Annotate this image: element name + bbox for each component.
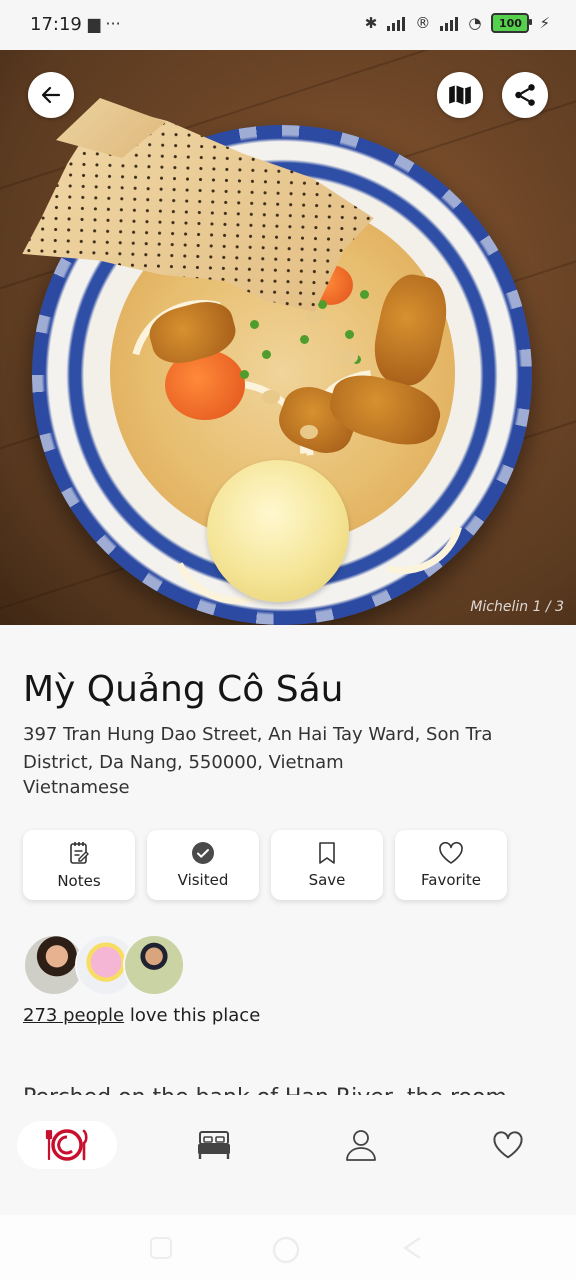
charging-icon: ⚡: [539, 14, 550, 32]
status-notification-icons: ▆ ···: [88, 14, 121, 33]
bluetooth-icon: ✱: [364, 14, 378, 32]
notes-icon: [70, 842, 89, 864]
signal-icon-2: [440, 15, 459, 31]
registered-icon: ®: [415, 14, 431, 32]
bed-icon: [198, 1131, 230, 1159]
status-bar: 17:19 ▆ ··· ✱ ® ◔ 100 ⚡: [0, 0, 576, 50]
people-count-link[interactable]: 273 people: [23, 1005, 124, 1026]
bookmark-icon: [319, 842, 335, 864]
love-text: love this place: [124, 1005, 261, 1026]
notes-button[interactable]: Notes: [23, 830, 135, 900]
signal-icon: [387, 15, 406, 31]
status-time: 17:19: [30, 14, 82, 35]
check-circle-icon: [192, 842, 214, 864]
avatar: [123, 934, 185, 996]
status-right-icons: ✱ ® ◔ 100 ⚡: [365, 13, 550, 33]
wifi-icon: ◔: [468, 14, 482, 32]
nav-dining[interactable]: [17, 1121, 117, 1169]
back-button[interactable]: [28, 72, 74, 118]
arrow-left-icon: [41, 86, 61, 104]
hero-image[interactable]: Michelin 1 / 3: [0, 50, 576, 625]
visited-label: Visited: [177, 871, 229, 889]
map-icon: [449, 85, 471, 105]
egg-illustration: [207, 460, 349, 602]
battery-level: 100: [498, 16, 522, 30]
favorite-label: Favorite: [421, 871, 481, 889]
system-navigation-bar: [0, 1215, 576, 1280]
battery-icon: 100: [491, 13, 533, 33]
person-icon: [346, 1130, 376, 1161]
nav-profile[interactable]: [311, 1121, 411, 1169]
restaurant-name: Mỳ Quảng Cô Sáu: [23, 669, 344, 710]
share-icon: [515, 84, 535, 106]
heart-icon: [493, 1131, 523, 1159]
heart-icon: [439, 841, 463, 864]
fans-avatars[interactable]: [23, 934, 185, 996]
restaurant-address[interactable]: 397 Tran Hung Dao Street, An Hai Tay War…: [23, 721, 543, 777]
nav-hotels[interactable]: [164, 1121, 264, 1169]
notes-label: Notes: [57, 872, 101, 890]
save-button[interactable]: Save: [271, 830, 383, 900]
bottom-navigation: [0, 1095, 576, 1215]
home-button[interactable]: [271, 1235, 301, 1265]
restaurant-cuisine: Vietnamese: [23, 777, 130, 798]
recents-button[interactable]: [148, 1235, 174, 1261]
action-buttons: Notes Visited Save Favorite: [23, 830, 507, 900]
nav-favorites[interactable]: [458, 1121, 558, 1169]
system-back-button[interactable]: [400, 1235, 426, 1261]
favorite-button[interactable]: Favorite: [395, 830, 507, 900]
save-label: Save: [308, 871, 346, 889]
map-button[interactable]: [437, 72, 483, 118]
share-button[interactable]: [502, 72, 548, 118]
visited-button[interactable]: Visited: [147, 830, 259, 900]
plate-cutlery-icon: [45, 1129, 88, 1161]
love-count: 273 people love this place: [23, 1005, 260, 1026]
photo-credit: Michelin 1 / 3: [470, 599, 564, 615]
restaurant-details: Mỳ Quảng Cô Sáu 397 Tran Hung Dao Street…: [0, 625, 576, 1110]
